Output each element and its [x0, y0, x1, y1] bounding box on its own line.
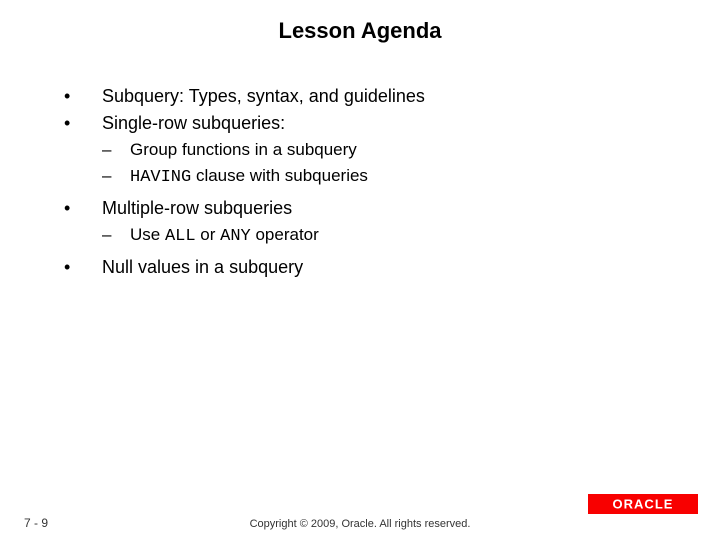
- copyright-text: Copyright © 2009, Oracle. All rights res…: [0, 518, 720, 530]
- bullet-item: • Null values in a subquery: [62, 255, 680, 280]
- bullet-text: Single-row subqueries:: [102, 111, 680, 136]
- bullet-text: Subquery: Types, syntax, and guidelines: [102, 84, 680, 109]
- code-keyword: ANY: [220, 227, 251, 246]
- sub-bullet-text: HAVING clause with subqueries: [130, 164, 680, 190]
- bullet-marker: •: [62, 84, 102, 109]
- text-fragment: clause with subqueries: [191, 166, 368, 185]
- sub-bullet-marker: –: [102, 223, 130, 247]
- text-fragment: operator: [251, 225, 319, 244]
- slide: Lesson Agenda • Subquery: Types, syntax,…: [0, 0, 720, 540]
- text-fragment: Use: [130, 225, 165, 244]
- bullet-marker: •: [62, 255, 102, 280]
- sub-bullet-item: – Group functions in a subquery: [102, 138, 680, 162]
- sub-bullet-item: – HAVING clause with subqueries: [102, 164, 680, 190]
- text-fragment: or: [196, 225, 221, 244]
- sub-bullet-marker: –: [102, 164, 130, 188]
- sub-bullet-item: – Use ALL or ANY operator: [102, 223, 680, 249]
- sub-bullet-marker: –: [102, 138, 130, 162]
- sub-bullet-text: Use ALL or ANY operator: [130, 223, 680, 249]
- bullet-item: • Subquery: Types, syntax, and guideline…: [62, 84, 680, 109]
- sub-bullet-text: Group functions in a subquery: [130, 138, 680, 162]
- slide-content: • Subquery: Types, syntax, and guideline…: [62, 84, 680, 280]
- bullet-marker: •: [62, 196, 102, 221]
- slide-footer: 7 - 9 Copyright © 2009, Oracle. All righ…: [0, 506, 720, 530]
- bullet-item: • Single-row subqueries:: [62, 111, 680, 136]
- bullet-marker: •: [62, 111, 102, 136]
- bullet-text: Null values in a subquery: [102, 255, 680, 280]
- slide-title: Lesson Agenda: [40, 18, 680, 44]
- code-keyword: HAVING: [130, 168, 191, 187]
- bullet-item: • Multiple-row subqueries: [62, 196, 680, 221]
- code-keyword: ALL: [165, 227, 196, 246]
- bullet-text: Multiple-row subqueries: [102, 196, 680, 221]
